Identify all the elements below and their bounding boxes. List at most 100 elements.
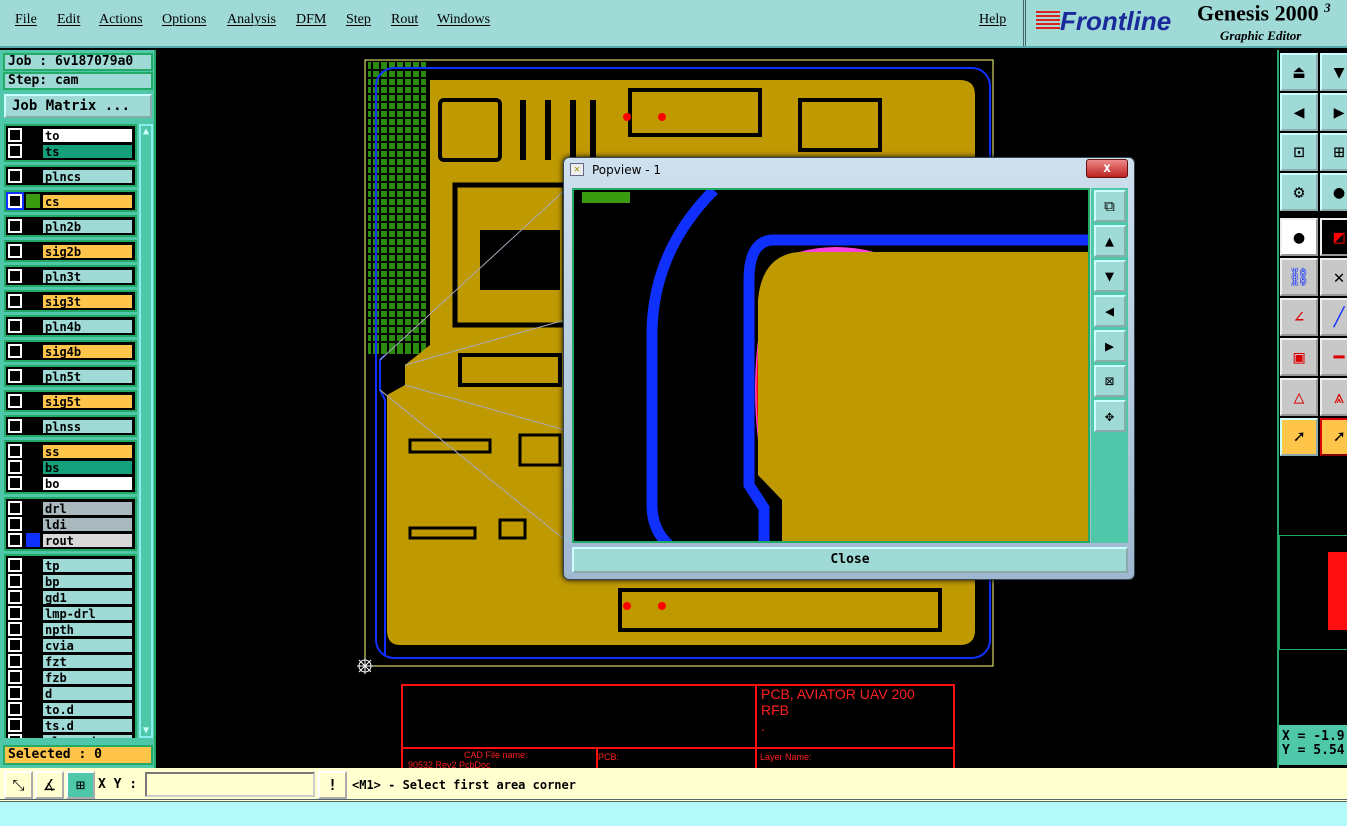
menu-file[interactable]: File — [15, 12, 37, 28]
layer-checkbox[interactable] — [8, 169, 22, 183]
xy-input[interactable] — [145, 772, 315, 797]
overview-map[interactable] — [1279, 535, 1347, 650]
layer-row-pln5t[interactable]: pln5t — [8, 368, 133, 384]
pan-up-button[interactable]: ⏏ — [1280, 53, 1318, 91]
double-triangle-button[interactable]: ⩓ — [1320, 378, 1347, 416]
menu-actions[interactable]: Actions — [99, 12, 143, 28]
cross-button[interactable]: ✕ — [1320, 258, 1347, 296]
menu-edit[interactable]: Edit — [57, 12, 80, 28]
grid-icon[interactable]: ⊞ — [66, 771, 95, 799]
layer-checkbox[interactable] — [8, 219, 22, 233]
layer-row-ss[interactable]: ss — [8, 443, 133, 459]
popview-pan-left-button[interactable]: ◀ — [1093, 295, 1126, 327]
layer-checkbox[interactable] — [8, 533, 22, 547]
line-draw-button[interactable]: ╱ — [1320, 298, 1347, 336]
layer-checkbox[interactable] — [8, 686, 22, 700]
layer-row-pln4b[interactable]: pln4b — [8, 318, 133, 334]
popview-zoom-home-button[interactable]: ⧉ — [1093, 190, 1126, 222]
popview-zoom-out-button[interactable]: ✥ — [1093, 400, 1126, 432]
layer-row-pln2b[interactable]: pln2b — [8, 218, 133, 234]
layer-row-sig3t[interactable]: sig3t — [8, 293, 133, 309]
layer-row-gd1[interactable]: gd1 — [8, 589, 133, 605]
menu-analysis[interactable]: Analysis — [227, 12, 276, 28]
zoom-area-icon[interactable]: ⤡ — [4, 771, 33, 799]
layer-checkbox[interactable] — [8, 574, 22, 588]
layer-checkbox[interactable] — [8, 702, 22, 716]
layer-row-cvia[interactable]: cvia — [8, 637, 133, 653]
menu-dfm[interactable]: DFM — [296, 12, 326, 28]
layer-row-bs[interactable]: bs — [8, 459, 133, 475]
layer-row-sig2b[interactable]: sig2b — [8, 243, 133, 259]
line-split-button[interactable]: ━ — [1320, 338, 1347, 376]
layer-row-drl[interactable]: drl — [8, 500, 133, 516]
layer-checkbox[interactable] — [8, 622, 22, 636]
layer-checkbox[interactable] — [8, 128, 22, 142]
layer-row-plncs.d[interactable]: plncs.d — [8, 733, 133, 738]
menu-options[interactable]: Options — [162, 12, 206, 28]
layer-checkbox[interactable] — [8, 319, 22, 333]
menu-rout[interactable]: Rout — [391, 12, 418, 28]
popview-zoom-in-button[interactable]: ⊠ — [1093, 365, 1126, 397]
layer-row-tp[interactable]: tp — [8, 557, 133, 573]
zoom-out-button[interactable]: ⊡ — [1280, 133, 1318, 171]
scroll-up-icon[interactable]: ▲ — [141, 126, 151, 137]
layer-checkbox[interactable] — [8, 638, 22, 652]
layer-row-ldi[interactable]: ldi — [8, 516, 133, 532]
layer-checkbox[interactable] — [8, 606, 22, 620]
menu-windows[interactable]: Windows — [437, 12, 490, 28]
layer-row-plnss[interactable]: plnss — [8, 418, 133, 434]
window-close-button[interactable]: x — [1086, 159, 1128, 178]
layer-row-bp[interactable]: bp — [8, 573, 133, 589]
menu-step[interactable]: Step — [346, 12, 371, 28]
popview-pan-up-button[interactable]: ▲ — [1093, 225, 1126, 257]
popview-pan-right-button[interactable]: ▶ — [1093, 330, 1126, 362]
pan-down-button[interactable]: ▼ — [1320, 53, 1347, 91]
measure-tool-button[interactable]: ⚙ — [1280, 173, 1318, 211]
layer-checkbox[interactable] — [8, 144, 22, 158]
scroll-down-icon[interactable]: ▼ — [141, 725, 151, 736]
layer-row-fzt[interactable]: fzt — [8, 653, 133, 669]
layer-row-cs[interactable]: cs — [6, 192, 133, 210]
layer-checkbox[interactable] — [8, 670, 22, 684]
layer-row-fzb[interactable]: fzb — [8, 669, 133, 685]
area-select-button[interactable]: ◩ — [1320, 218, 1347, 256]
layer-row-ts[interactable]: ts — [8, 143, 133, 159]
popview-pan-down-button[interactable]: ▼ — [1093, 260, 1126, 292]
layer-checkbox[interactable] — [6, 192, 24, 210]
zoom-in-button[interactable]: ⊞ — [1320, 133, 1347, 171]
layer-checkbox[interactable] — [8, 501, 22, 515]
layer-checkbox[interactable] — [8, 718, 22, 732]
feature-select-button[interactable]: ● — [1280, 218, 1318, 256]
layer-row-to.d[interactable]: to.d — [8, 701, 133, 717]
triangle-button[interactable]: △ — [1280, 378, 1318, 416]
layer-checkbox[interactable] — [8, 244, 22, 258]
line-angle-button[interactable]: ∠ — [1280, 298, 1318, 336]
layer-row-sig5t[interactable]: sig5t — [8, 393, 133, 409]
layer-row-ts.d[interactable]: ts.d — [8, 717, 133, 733]
pad-move-button[interactable]: ▣ — [1280, 338, 1318, 376]
angle-measure-icon[interactable]: ∡ — [35, 771, 64, 799]
job-matrix-button[interactable]: Job Matrix ... — [4, 94, 152, 118]
layer-checkbox[interactable] — [8, 590, 22, 604]
layer-checkbox[interactable] — [8, 476, 22, 490]
pan-left-button[interactable]: ◀ — [1280, 93, 1318, 131]
layer-checkbox[interactable] — [8, 654, 22, 668]
layer-list-scrollbar[interactable]: ▲ ▼ — [139, 124, 153, 738]
layer-row-d[interactable]: d — [8, 685, 133, 701]
connect-button[interactable]: ⛓ — [1280, 258, 1318, 296]
layer-checkbox[interactable] — [8, 294, 22, 308]
alert-button[interactable]: ! — [318, 771, 347, 799]
menu-help[interactable]: Help — [979, 12, 1006, 28]
snap-tool-button[interactable]: ● — [1320, 173, 1347, 211]
layer-checkbox[interactable] — [8, 558, 22, 572]
layer-row-plncs[interactable]: plncs — [8, 168, 133, 184]
popview-close-button[interactable]: Close — [572, 547, 1128, 573]
layer-row-lmp-drl[interactable]: lmp-drl — [8, 605, 133, 621]
layer-row-bo[interactable]: bo — [8, 475, 133, 491]
box-pointer-button[interactable]: ➚ — [1320, 418, 1347, 456]
layer-checkbox[interactable] — [8, 460, 22, 474]
popview-canvas[interactable] — [572, 188, 1090, 543]
pointer-button[interactable]: ➚ — [1280, 418, 1318, 456]
layer-row-pln3t[interactable]: pln3t — [8, 268, 133, 284]
layer-checkbox[interactable] — [8, 344, 22, 358]
